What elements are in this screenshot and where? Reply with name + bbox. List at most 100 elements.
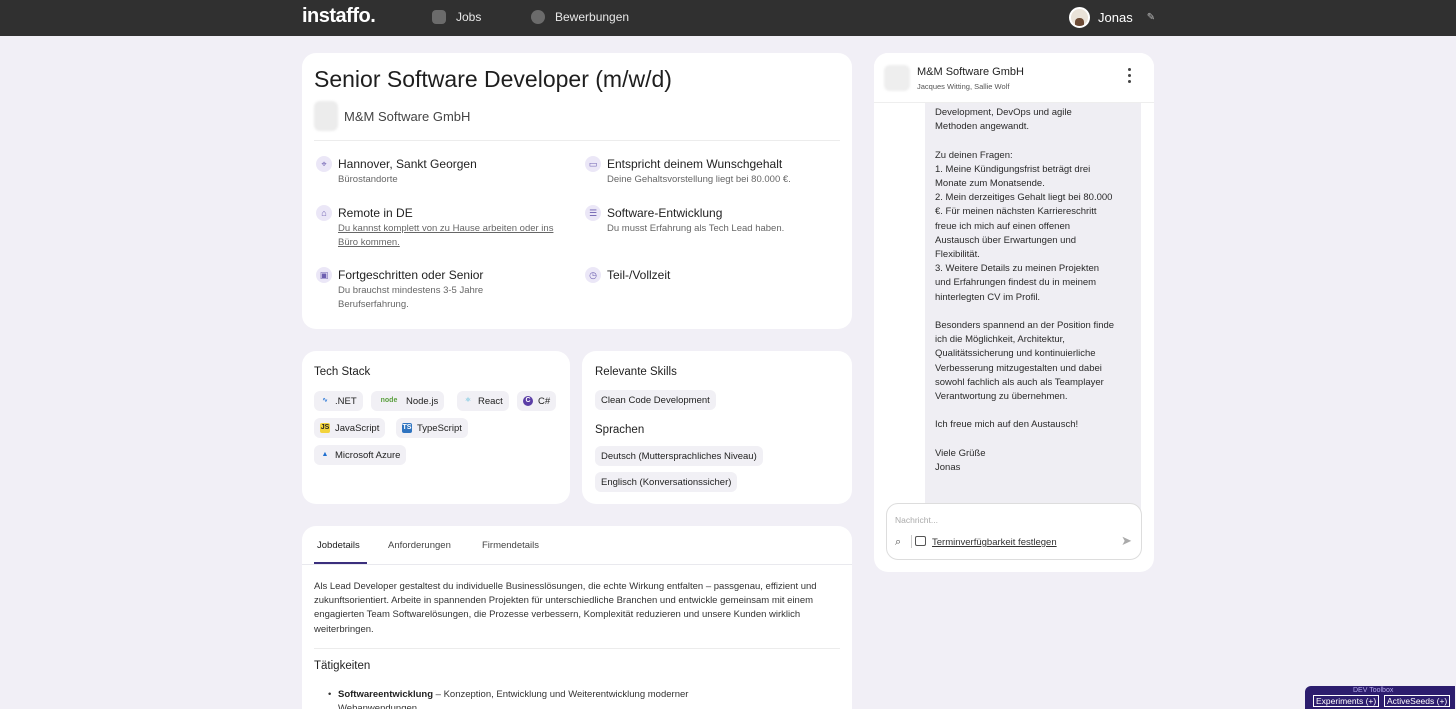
nav-jobs[interactable]: Jobs	[432, 10, 481, 24]
feature-title: Software-Entwicklung	[607, 206, 723, 220]
activities-title: Tätigkeiten	[314, 660, 371, 672]
tab-jobdetails[interactable]: Jobdetails	[317, 540, 360, 551]
feature-title: Fortgeschritten oder Senior	[338, 268, 484, 282]
send-icon[interactable]: ➤	[1121, 533, 1132, 549]
nav-bewerbungen-label: Bewerbungen	[555, 10, 630, 24]
nav-jobs-label: Jobs	[456, 10, 482, 24]
feature-title: Hannover, Sankt Georgen	[338, 157, 477, 171]
feature-sub: Du musst Erfahrung als Tech Lead haben.	[607, 223, 785, 234]
feature-sub-link[interactable]: Du kannst komplett von zu Hause arbeiten…	[338, 222, 566, 250]
company-row: M&M Software GmbH	[314, 101, 470, 131]
chat-panel: Development, DevOps und agile Methoden a…	[874, 53, 1154, 572]
company-logo	[884, 65, 910, 91]
message-input[interactable]: Nachricht...	[895, 515, 938, 525]
job-details-card: Jobdetails Anforderungen Firmendetails A…	[302, 526, 852, 709]
job-summary-card: Senior Software Developer (m/w/d) M&M So…	[302, 53, 852, 329]
tech-chip-react: ⚛ React	[457, 391, 509, 411]
divider	[911, 535, 912, 548]
feature-title: Entspricht deinem Wunschgehalt	[607, 157, 783, 171]
money-icon: ▭	[585, 156, 601, 172]
location-pin-icon: ⌖	[316, 156, 332, 172]
user-menu[interactable]: Jonas ✎	[1069, 7, 1155, 28]
tech-chip-typescript: TS TypeScript	[396, 418, 468, 438]
bullet-dot: •	[328, 689, 332, 700]
tab-divider	[302, 564, 852, 565]
chip-label: Node.js	[406, 395, 439, 407]
feature-sub: Du brauchst mindestens 3-5 Jahre Berufse…	[338, 285, 484, 310]
chat-company-name: M&M Software GmbH	[917, 66, 1024, 78]
dev-toolbar-label: DEV Toolbox	[1353, 687, 1394, 694]
tech-chip-csharp: C C#	[517, 391, 557, 411]
clock-icon: ◷	[585, 267, 601, 283]
activeseeds-button[interactable]: ActiveSeeds (+)	[1384, 695, 1451, 707]
tech-stack-card: Tech Stack ∿ .NET node Node.js ⚛ React C…	[302, 351, 570, 504]
chat-members: Jacques Witting, Sallie Wolf	[917, 82, 1010, 91]
job-title: Senior Software Developer (m/w/d)	[314, 66, 672, 92]
experiments-button[interactable]: Experiments (+)	[1313, 695, 1380, 707]
feature-salary: ▭ Entspricht deinem Wunschgehalt Deine G…	[585, 156, 845, 187]
language-chip: Deutsch (Muttersprachliches Niveau)	[595, 446, 763, 466]
tech-chip-nodejs: node Node.js	[371, 391, 445, 411]
briefcase-icon: ▣	[316, 267, 332, 283]
azure-icon: ▲	[321, 451, 329, 458]
tab-firmendetails[interactable]: Firmendetails	[482, 540, 539, 551]
chat-dots-icon	[531, 10, 545, 24]
company-name[interactable]: M&M Software GmbH	[344, 109, 470, 124]
tech-chip-dotnet: ∿ .NET	[314, 391, 363, 411]
chip-label: .NET	[335, 395, 357, 407]
user-name: Jonas	[1098, 10, 1133, 25]
pencil-icon[interactable]: ✎	[1147, 12, 1155, 23]
feature-seniority: ▣ Fortgeschritten oder Senior Du brauchs…	[316, 267, 536, 312]
avatar	[1069, 7, 1090, 28]
feature-location: ⌖ Hannover, Sankt Georgen Bürostandorte	[316, 156, 566, 187]
active-tab-indicator	[314, 562, 367, 564]
document-icon	[432, 10, 446, 24]
react-icon: ⚛	[464, 397, 472, 404]
feature-sub: Deine Gehaltsvorstellung liegt bei 80.00…	[607, 174, 791, 185]
chip-label: C#	[538, 395, 551, 407]
chip-label: JavaScript	[335, 422, 380, 434]
instaffo-logo[interactable]: instaffo.	[302, 5, 376, 28]
tech-stack-title: Tech Stack	[314, 366, 371, 378]
typescript-icon: TS	[402, 423, 412, 433]
skill-chip: Clean Code Development	[595, 390, 716, 410]
language-chip: Englisch (Konversationssicher)	[595, 472, 738, 492]
tab-anforderungen[interactable]: Anforderungen	[388, 540, 451, 551]
languages-title: Sprachen	[595, 424, 645, 436]
company-logo	[314, 101, 338, 131]
skills-card: Relevante Skills Clean Code Development …	[582, 351, 852, 504]
feature-hours: ◷ Teil-/Vollzeit	[585, 267, 835, 283]
paperclip-icon[interactable]: ⌕	[895, 536, 901, 549]
dotnet-icon: ∿	[322, 397, 328, 404]
feature-sub: Bürostandorte	[338, 174, 398, 185]
home-office-icon: ⌂	[316, 205, 332, 221]
top-navigation-bar: instaffo. Jobs Bewerbungen Jonas ✎	[0, 0, 1456, 36]
dev-toolbar: DEV Toolbox Experiments (+) ActiveSeeds …	[1305, 686, 1455, 709]
tech-chip-javascript: JS JavaScript	[314, 418, 386, 438]
feature-role: ☰ Software-Entwicklung Du musst Erfahrun…	[585, 205, 845, 236]
nodejs-icon: node	[380, 397, 398, 404]
list-item-bold: Softwareentwicklung	[338, 689, 434, 700]
chat-header: M&M Software GmbH Jacques Witting, Salli…	[874, 53, 1154, 103]
skills-title: Relevante Skills	[595, 366, 677, 378]
divider	[314, 140, 840, 141]
nav-bewerbungen[interactable]: Bewerbungen	[531, 10, 629, 24]
list-item: • Softwareentwicklung – Konzeption, Entw…	[328, 688, 758, 709]
tech-chip-azure: ▲ Microsoft Azure	[314, 445, 407, 465]
javascript-icon: JS	[320, 423, 330, 433]
chip-label: Microsoft Azure	[335, 449, 401, 461]
calendar-icon	[915, 536, 926, 546]
kebab-menu-icon[interactable]	[1127, 68, 1133, 86]
chip-label: React	[478, 395, 503, 407]
csharp-icon: C	[523, 396, 533, 406]
feature-remote: ⌂ Remote in DE Du kannst komplett von zu…	[316, 205, 566, 250]
feature-title: Teil-/Vollzeit	[607, 268, 671, 282]
message-composer: Nachricht... ⌕ Terminverfügbarkeit festl…	[886, 503, 1142, 560]
divider	[314, 648, 840, 649]
job-description: Als Lead Developer gestaltest du individ…	[314, 581, 817, 635]
set-availability-link[interactable]: Terminverfügbarkeit festlegen	[932, 537, 1057, 548]
person-code-icon: ☰	[585, 205, 601, 221]
feature-title: Remote in DE	[338, 206, 413, 220]
message-text: Development, DevOps und agile Methoden a…	[935, 107, 1115, 474]
chip-label: TypeScript	[417, 422, 462, 434]
